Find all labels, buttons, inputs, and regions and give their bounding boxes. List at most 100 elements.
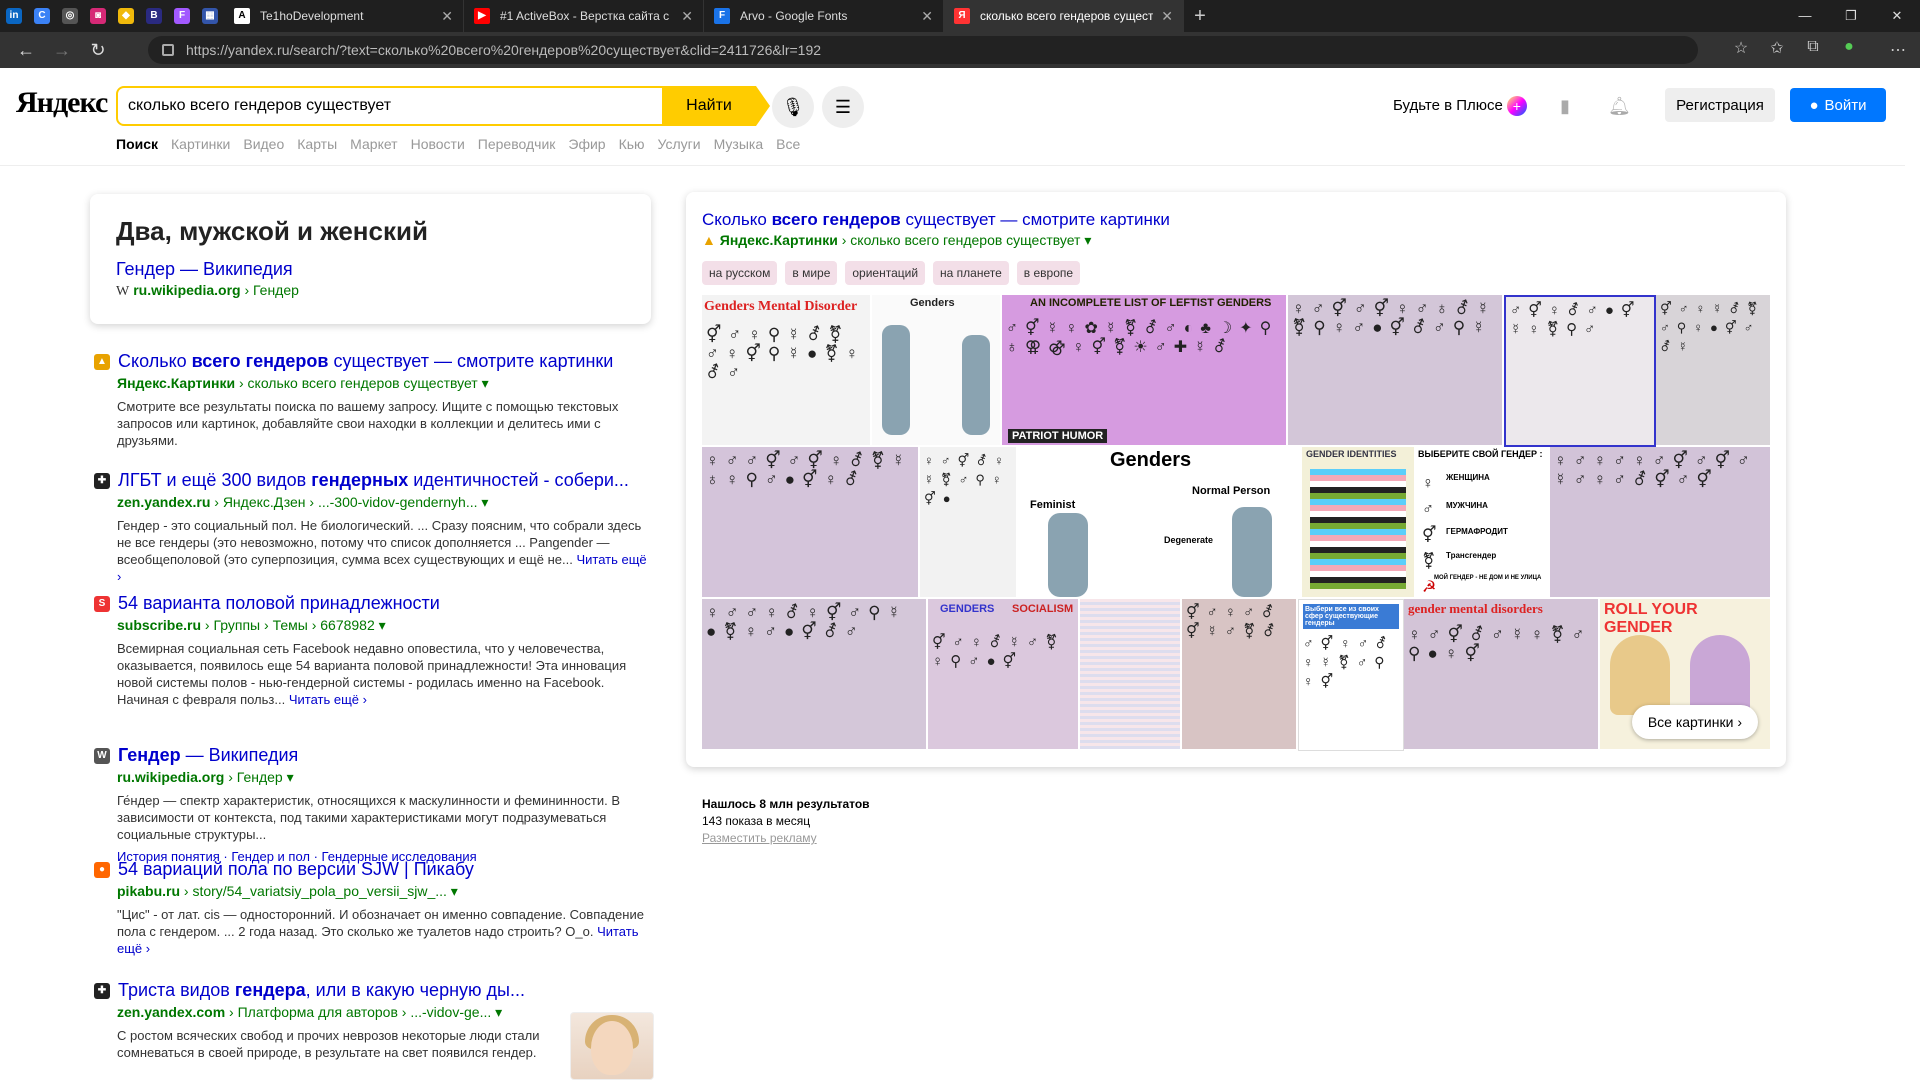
find-button[interactable]: Найти [662,86,770,126]
nav-tab[interactable]: Поиск [116,136,158,152]
yandex-logo[interactable]: Яндекс [16,86,108,120]
nav-tab[interactable]: Карты [297,136,337,152]
answer-card: Два, мужской и женский Гендер — Википеди… [90,194,651,324]
filter-chip[interactable]: ориентаций [845,261,926,285]
answer-link[interactable]: Гендер — Википедия [116,259,625,280]
image-thumbnail[interactable]: ВЫБЕРИТЕ СВОЙ ГЕНДЕР : ЖЕНЩИНА МУЖЧИНА Г… [1416,447,1550,599]
pinned-tab[interactable]: C [28,0,56,32]
yandex-search-page: Яндекс сколько всего гендеров существует… [0,68,1920,1080]
nav-tab[interactable]: Маркет [350,136,397,152]
pinned-tab[interactable]: ◆ [112,0,140,32]
tab-close-icon[interactable]: ✕ [1161,8,1173,25]
pinned-tab[interactable]: ◙ [84,0,112,32]
pinned-tab[interactable]: ▦ [196,0,224,32]
answer-source[interactable]: Wru.wikipedia.org › Гендер [116,282,625,300]
search-query[interactable]: сколько всего гендеров существует [128,97,715,115]
nav-tab[interactable]: Видео [243,136,284,152]
read-more-link[interactable]: Читать ещё › [289,692,367,707]
pinned-tab[interactable]: in [0,0,28,32]
nav-tab[interactable]: Услуги [658,136,701,152]
image-thumbnail[interactable]: GENDER IDENTITIES [1302,447,1416,599]
user-icon: ● [1809,96,1819,114]
result-title[interactable]: 54 варианта половой принадлежности [118,593,440,614]
result-url[interactable]: Яндекс.Картинки › сколько всего гендеров… [117,375,654,392]
image-thumbnail[interactable]: ♀♂⚥♂⚥♀♂♁⚦☿⚧⚲♀♂●⚥⚦♂⚲☿ [1288,295,1504,447]
advertise-link[interactable]: Разместить рекламу [702,830,870,847]
result-title[interactable]: Гендер — Википедия [118,745,298,766]
nav-tab[interactable]: Все [776,136,800,152]
result-url[interactable]: subscribe.ru › Группы › Темы › 6678982 ▾ [117,617,654,634]
pinned-tab[interactable]: ◎ [56,0,84,32]
image-thumbnail[interactable]: Genders Feminist Normal Person Degenerat… [1018,447,1302,599]
image-thumbnail[interactable]: gender mental disorders ♀♂⚥⚦♂☿♀⚧♂⚲●♀⚥ [1404,599,1600,751]
browser-tab[interactable]: A Te1hoDevelopment ✕ [224,0,464,32]
image-thumbnail[interactable]: ♂⚥♀⚦♂●⚥☿♀⚧⚲♂ [1504,295,1656,447]
pinned-tab[interactable]: F [168,0,196,32]
result-title[interactable]: 54 вариаций пола по версии SJW | Пикабу [118,859,474,880]
restore-icon[interactable]: ❐ [1828,0,1874,32]
image-thumbnail[interactable] [1080,599,1182,751]
menu-icon[interactable]: ⋯ [1890,40,1906,60]
plus-promo[interactable]: Будьте в Плюсе + [1393,96,1527,116]
browser-tab[interactable]: F Arvo - Google Fonts ✕ [704,0,944,32]
tab-close-icon[interactable]: ✕ [921,8,933,25]
tab-close-icon[interactable]: ✕ [681,8,693,25]
filter-chip[interactable]: на планете [933,261,1009,285]
collections-icon[interactable]: ⧉ [1802,38,1824,58]
bookmark-icon[interactable]: ▮ [1560,96,1570,117]
bell-icon[interactable]: 🔔︎ [1608,96,1631,117]
result-title[interactable]: Сколько всего гендеров существует — смот… [118,351,613,372]
minimize-icon[interactable]: — [1782,0,1828,32]
login-button[interactable]: ● Войти [1790,88,1886,122]
result-snippet: Смотрите все результаты поиска по вашему… [117,399,619,448]
nav-tab[interactable]: Картинки [171,136,230,152]
image-thumbnail[interactable]: ♀♂♂♀⚦♀⚥♂⚲☿●⚧♀♂●⚥⚦♂ [702,599,928,751]
result-title[interactable]: Триста видов гендера, или в какую черную… [118,980,525,1001]
result-title[interactable]: ЛГБТ и ещё 300 видов гендерных идентично… [118,470,629,491]
image-thumbnail[interactable]: ♀♂♂⚥♂⚥♀⚦⚧☿♁♀⚲♂●⚥♀⚦ [702,447,920,599]
browser-tab[interactable]: ▶ #1 ActiveBox - Верстка сайта с н ✕ [464,0,704,32]
nav-tab[interactable]: Кью [619,136,645,152]
image-thumbnail[interactable]: ♀♂♀♂♀♂⚥♂⚥♂☿♂♀♂⚦⚥♂⚥ [1550,447,1772,599]
result-url[interactable]: pikabu.ru › story/54_variatsiy_pola_po_v… [117,883,654,900]
result-thumbnail-image[interactable] [570,1012,654,1080]
nav-tab[interactable]: Музыка [714,136,764,152]
forward-icon[interactable]: → [44,40,80,61]
browser-tab[interactable]: Ясколько всего гендеров сущест ✕ [944,0,1184,32]
close-window-icon[interactable]: ✕ [1874,0,1920,32]
profile-avatar-icon[interactable]: ● [1838,38,1860,58]
nav-tab[interactable]: Переводчик [478,136,556,152]
nav-tab[interactable]: Новости [411,136,465,152]
result-url[interactable]: zen.yandex.ru › Яндекс.Дзен › ...-300-vi… [117,494,654,511]
favorites-icon[interactable]: ✩ [1766,38,1788,58]
all-images-button[interactable]: Все картинки › [1631,705,1758,739]
reload-icon[interactable]: ↻ [80,40,116,61]
image-thumbnail[interactable]: GENDERS SOCIALISM ⚥♂♀⚦☿♂⚧♀⚲♂●⚥ [928,599,1080,751]
pinned-tab[interactable]: B [140,0,168,32]
search-input[interactable]: сколько всего гендеров существует ✕ [116,86,753,126]
image-thumbnail[interactable]: Genders [872,295,1002,447]
filter-chip[interactable]: в мире [785,261,838,285]
image-thumbnail[interactable]: Выбери все из своих сфер существующие ге… [1298,599,1404,751]
filter-chip[interactable]: в европе [1016,261,1081,285]
tab-close-icon[interactable]: ✕ [441,8,453,25]
back-icon[interactable]: ← [8,40,44,61]
search-settings-icon[interactable]: ☰ [822,86,864,128]
image-thumbnail[interactable]: ⚥♂♀☿⚦⚧♂⚲♀●⚥♂⚦☿ [1656,295,1772,447]
image-thumbnail[interactable]: ♀♂⚥⚦♀☿⚧♂⚲♀⚥● [920,447,1018,599]
microphone-icon[interactable]: 🎙 [772,86,814,128]
register-button[interactable]: Регистрация [1665,88,1775,122]
url-bar[interactable]: https://yandex.ru/search/?text=сколько%2… [148,36,1698,64]
filter-chip[interactable]: на русском [702,261,778,285]
favorite-star-icon[interactable]: ☆ [1730,38,1752,58]
search-result: ▲ Сколько всего гендеров существует — смо… [94,351,654,449]
images-card-title[interactable]: Сколько всего гендеров существует — смот… [702,210,1770,230]
image-thumbnail[interactable]: Genders Mental Disorder ⚥♂♀⚲☿⚦⚧♂♀⚥⚲☿●⚧♀⚦… [702,295,872,447]
result-url[interactable]: ru.wikipedia.org › Гендер ▾ [117,769,654,786]
nav-tab[interactable]: Эфир [568,136,605,152]
image-thumbnail[interactable]: AN INCOMPLETE LIST OF LEFTIST GENDERS ♂⚥… [1002,295,1288,447]
new-tab-button[interactable]: + [1184,0,1216,32]
image-thumbnail[interactable]: ⚥♂♀♂⚦⚥☿♂⚧⚦ [1182,599,1298,751]
images-card-source[interactable]: ▲ Яндекс.Картинки › сколько всего гендер… [702,232,1770,249]
result-url[interactable]: zen.yandex.com › Платформа для авторов ›… [117,1004,564,1021]
